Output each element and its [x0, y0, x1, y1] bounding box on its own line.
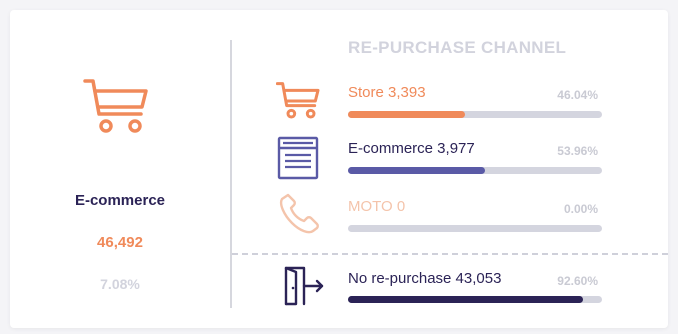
- channel-title: RE-PURCHASE CHANNEL: [348, 38, 567, 57]
- phone-icon: [279, 193, 319, 234]
- shopping-cart-icon: [83, 79, 148, 133]
- no-repurchase-label: No re-purchase 43,053: [348, 270, 502, 287]
- channel-label-store: Store 3,393: [348, 84, 426, 101]
- no-repurchase-bar: [348, 296, 602, 303]
- channel-percent-store: 46.04%: [557, 88, 598, 102]
- shopping-cart-icon: [276, 82, 320, 119]
- channel-bar-store: [348, 111, 602, 118]
- channel-bar-moto: [348, 225, 602, 232]
- vertical-divider: [230, 40, 232, 308]
- no-repurchase-bar-fill: [348, 296, 584, 303]
- summary-value: 46,492: [97, 234, 143, 251]
- no-repurchase-percent: 92.60%: [557, 274, 598, 288]
- channel-bar-fill-store: [348, 111, 465, 118]
- channel-label-ecommerce: E-commerce 3,977: [348, 140, 475, 157]
- channel-percent-ecommerce: 53.96%: [557, 144, 598, 158]
- exit-door-icon: [284, 266, 324, 306]
- browser-window-icon: [277, 136, 319, 180]
- channel-label-moto: MOTO 0: [348, 198, 406, 215]
- channel-bar-fill-ecommerce: [348, 167, 486, 174]
- channel-percent-moto: 0.00%: [563, 202, 598, 216]
- dashed-divider: [232, 253, 668, 255]
- channel-bar-ecommerce: [348, 167, 602, 174]
- summary-title: E-commerce: [74, 192, 166, 209]
- summary-percent: 7.08%: [100, 276, 140, 292]
